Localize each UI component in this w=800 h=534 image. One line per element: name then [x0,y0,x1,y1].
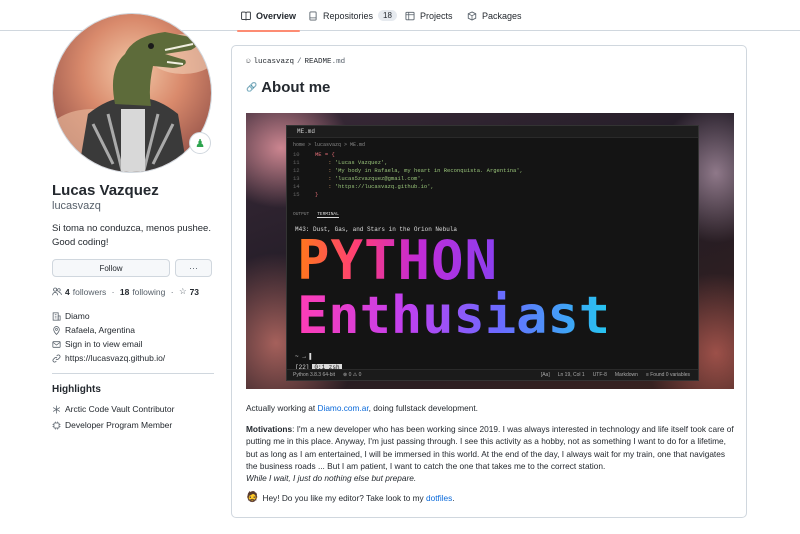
repo-icon [309,11,317,20]
followers-label[interactable]: followers [73,287,107,297]
code-line: 10 ME = { [293,151,335,158]
ascii-python-text: PYTHON [297,229,499,292]
snowflake-icon [52,405,61,413]
company-name: Diamo [65,311,90,321]
editor-tab: ME.md [287,126,698,138]
motivations-quote: While I wait, I just do nothing else but… [246,473,417,484]
following-count[interactable]: 18 [120,287,129,297]
dotfiles-link[interactable]: dotfiles [426,493,452,503]
code-line: 11 : 'Lucas Vazquez', [293,159,388,166]
editor-paragraph: 🧔 Hey! Do you like my editor? Take look … [246,492,455,503]
company-row: Diamo [52,309,165,323]
readme-hero-image: ME.md home > lucasvazq > ME.md 10 ME = { … [246,113,734,389]
heading-text: About me [261,79,331,96]
table-icon [405,11,415,20]
profile-bio: Si toma no conduzca, menos pushee. Good … [52,223,211,248]
ascii-enthusiast-text: Enthusiast [297,286,611,346]
code-line: 15} [293,191,319,198]
readme-path-separator: / [297,58,302,66]
link-icon [52,354,61,362]
cpu-icon [52,421,61,429]
output-tab: OUTPUT [293,212,310,217]
follow-button[interactable]: Follow [52,259,170,277]
motivations-paragraph: Motivations: I'm a new developer who has… [246,423,736,484]
follow-stats: 4 followers · 18 following · ☆ 73 [52,286,199,297]
anchor-link-icon[interactable]: 🔗 [246,82,257,93]
tab-repositories[interactable]: Repositories 18 [308,0,397,31]
highlights-title: Highlights [52,384,101,395]
tab-label: Overview [256,10,297,21]
work-paragraph: Actually working at Diamo.com.ar, doing … [246,403,478,413]
readme-path-user[interactable]: lucasvazq [254,58,295,66]
motivations-text: : I'm a new developer who has been worki… [246,424,734,471]
stars-count[interactable]: 73 [190,287,199,297]
readme-heading: 🔗 About me [246,79,330,96]
terminal-window: ME.md home > lucasvazq > ME.md 10 ME = { … [286,125,699,381]
tab-projects[interactable]: Projects [405,0,453,31]
motivations-label: Motivations [246,424,293,434]
highlight-label: Developer Program Member [65,420,173,430]
divider [52,373,214,374]
highlights-list: Arctic Code Vault Contributor Developer … [52,401,174,433]
person-icon: ♟ [195,137,205,150]
code-line: 14 : 'https://lucasvazq.github.io', [293,183,434,190]
tab-overview[interactable]: Overview [236,0,301,32]
location-icon [53,325,60,335]
package-icon [467,10,477,21]
avatar-image [53,14,211,172]
code-line: 13 : 'lucas5zvazquez@gmail.com', [293,175,424,182]
person-emoji-icon: 🧔 [246,492,259,503]
code-line: 12 : 'My body in Rafaela, my heart in Re… [293,167,523,174]
tab-packages[interactable]: Packages [467,0,522,31]
organization-icon [52,311,61,321]
website-link[interactable]: https://lucasvazq.github.io/ [65,353,165,363]
website-row: https://lucasvazq.github.io/ [52,351,165,365]
highlight-item[interactable]: Developer Program Member [52,417,174,433]
profile-fullname: Lucas Vazquez [52,182,159,199]
editor-breadcrumb: home > lucasvazq > ME.md [293,142,366,148]
terminal-prompt: ~ → ▌ [295,353,314,360]
readme-card: ☺ lucasvazq / README.md 🔗 About me ME.md… [231,45,747,518]
more-options-button[interactable]: ··· [175,259,212,277]
highlight-item[interactable]: Arctic Code Vault Contributor [52,401,174,417]
readme-path-file[interactable]: README [305,58,332,66]
mail-icon [52,340,61,348]
profile-username: lucasvazq [52,200,101,212]
tab-label: Projects [420,10,453,21]
star-icon: ☆ [178,286,187,296]
editor-statusbar: Python 3.8.3 64-bit ⊗ 0 ⚠ 0 [Aa] Ln 19, … [287,369,698,380]
readme-path: ☺ lucasvazq / README.md [246,58,345,66]
panel-tabs: OUTPUT TERMINAL [293,212,339,218]
location-text: Rafaela, Argentina [65,325,135,335]
highlight-label: Arctic Code Vault Contributor [65,404,175,414]
repo-count-badge: 18 [378,10,397,21]
book-icon [241,11,251,21]
location-row: Rafaela, Argentina [52,323,165,337]
status-emoji-badge[interactable]: ♟ [189,132,211,154]
smiley-icon: ☺ [246,58,251,66]
tab-label: Packages [482,10,522,21]
diamo-link[interactable]: Diamo.com.ar [317,403,368,413]
email-signin-link[interactable]: Sign in to view email [65,339,142,349]
terminal-tab: TERMINAL [317,212,339,218]
email-row: Sign in to view email [52,337,165,351]
tab-label: Repositories [323,10,374,21]
following-label[interactable]: following [132,287,165,297]
people-icon [52,287,62,296]
avatar[interactable] [52,13,212,173]
profile-details: Diamo Rafaela, Argentina Sign in to view… [52,309,165,365]
followers-count[interactable]: 4 [65,287,70,297]
readme-path-ext: .md [331,58,346,66]
